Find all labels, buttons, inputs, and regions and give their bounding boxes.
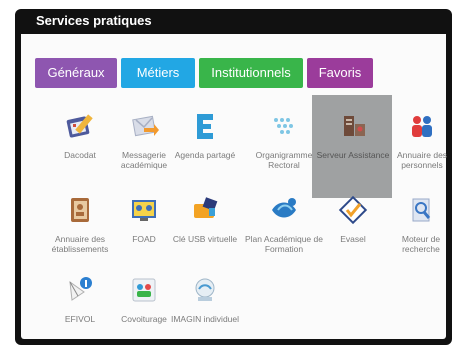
calendar-pencil-icon (66, 114, 93, 138)
carpool-icon (132, 278, 156, 302)
agenda-bracket-icon (197, 114, 213, 139)
tab-generaux[interactable]: Généraux (35, 58, 117, 88)
service-label: IMAGIN individuel (170, 314, 240, 324)
service-agenda[interactable]: Agenda partagé (164, 110, 246, 160)
service-cle-usb[interactable]: Clé USB virtuelle (164, 194, 246, 244)
efivol-icon (69, 277, 92, 301)
panel-title: Services pratiques (36, 13, 152, 28)
tab-label: Institutionnels (211, 65, 291, 80)
search-engine-icon (412, 198, 431, 222)
service-label: Annuaire des personnels (396, 150, 448, 170)
service-annuaire-personnels[interactable]: Annuaire des personnels (387, 110, 457, 170)
service-label: Clé USB virtuelle (172, 234, 238, 244)
tab-favoris[interactable]: Favoris (307, 58, 373, 88)
mail-arrow-icon (132, 115, 159, 137)
address-book-icon (71, 198, 89, 222)
people-directory-icon (412, 116, 432, 137)
tab-metiers[interactable]: Métiers (121, 58, 195, 88)
training-plan-icon (272, 198, 296, 218)
imagin-icon (195, 278, 215, 301)
tab-label: Favoris (318, 65, 362, 80)
service-moteur-recherche[interactable]: Moteur de recherche (382, 194, 460, 254)
tab-institutionnels[interactable]: Institutionnels (199, 58, 303, 88)
service-serveur-assistance[interactable]: Serveur Assistance (312, 110, 394, 160)
foad-icon (132, 200, 156, 221)
tab-label: Métiers (136, 65, 180, 80)
organigram-icon (274, 118, 293, 134)
tab-label: Généraux (47, 65, 105, 80)
checkbox-icon (338, 195, 368, 225)
server-assistance-icon (344, 116, 365, 136)
usb-key-icon (194, 197, 218, 218)
service-label: Agenda partagé (174, 150, 236, 160)
service-imagin[interactable]: IMAGIN individuel (164, 274, 246, 324)
service-label: Moteur de recherche (401, 234, 441, 254)
service-label: Serveur Assistance (316, 150, 390, 160)
